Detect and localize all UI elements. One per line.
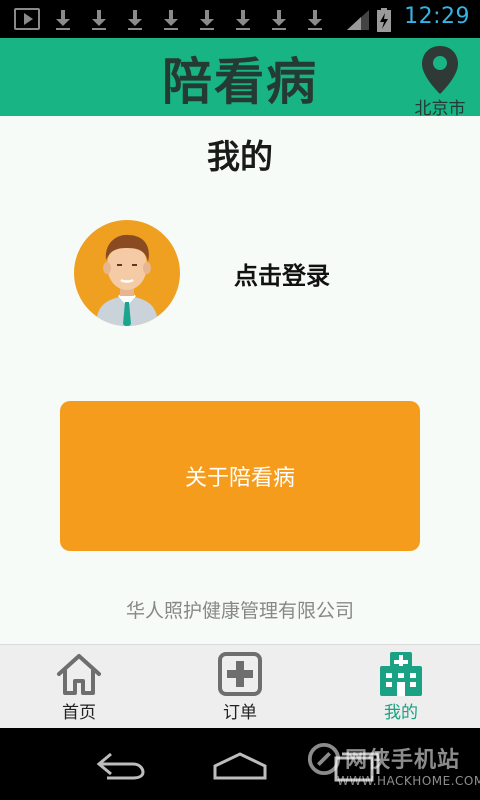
app-title: 陪看病 (162, 53, 318, 111)
watermark-logo-icon (307, 742, 341, 776)
download-icon (126, 8, 144, 32)
download-icon (90, 8, 108, 32)
download-icon (306, 8, 324, 32)
download-icon (198, 8, 216, 32)
location-selector[interactable]: 北京市 (410, 44, 470, 119)
home-icon (56, 651, 102, 697)
nav-item-home[interactable]: 首页 (19, 645, 139, 729)
battery-charging-icon (377, 8, 391, 32)
bottom-nav: 首页 订单 我的 (0, 644, 480, 728)
about-button[interactable]: 关于陪看病 (60, 401, 420, 551)
status-bar: 12:29 (0, 0, 480, 38)
plus-box-icon (217, 651, 263, 697)
company-name: 华人照护健康管理有限公司 (125, 600, 354, 622)
watermark-url: WWW.HACKHOME.COM (337, 774, 480, 788)
nav-item-orders[interactable]: 订单 (180, 645, 300, 729)
watermark: 网侠手机站 WWW.HACKHOME.COM (305, 740, 480, 798)
home-button-icon[interactable] (212, 748, 268, 786)
nav-label-orders: 订单 (223, 703, 257, 723)
download-icon (270, 8, 288, 32)
avatar[interactable] (74, 220, 180, 326)
watermark-text: 网侠手机站 (345, 748, 461, 773)
download-icon (234, 8, 252, 32)
about-button-label: 关于陪看病 (184, 466, 295, 491)
page-title: 我的 (207, 137, 273, 176)
clock: 12:29 (404, 4, 470, 29)
download-icon (54, 8, 72, 32)
download-icon (162, 8, 180, 32)
play-store-icon (14, 8, 40, 30)
signal-icon (347, 10, 369, 30)
app-header: 陪看病 北京市 (0, 38, 480, 119)
location-pin-icon (420, 44, 460, 96)
back-icon[interactable] (93, 748, 149, 786)
hospital-icon (378, 651, 424, 697)
nav-label-home: 首页 (62, 703, 96, 723)
nav-item-mine[interactable]: 我的 (341, 645, 461, 729)
profile-page: 我的 点击登录 关于陪看病 华人照护健康管理有限公司 (0, 116, 480, 644)
login-link[interactable]: 点击登录 (234, 256, 330, 291)
nav-label-mine: 我的 (384, 703, 418, 723)
